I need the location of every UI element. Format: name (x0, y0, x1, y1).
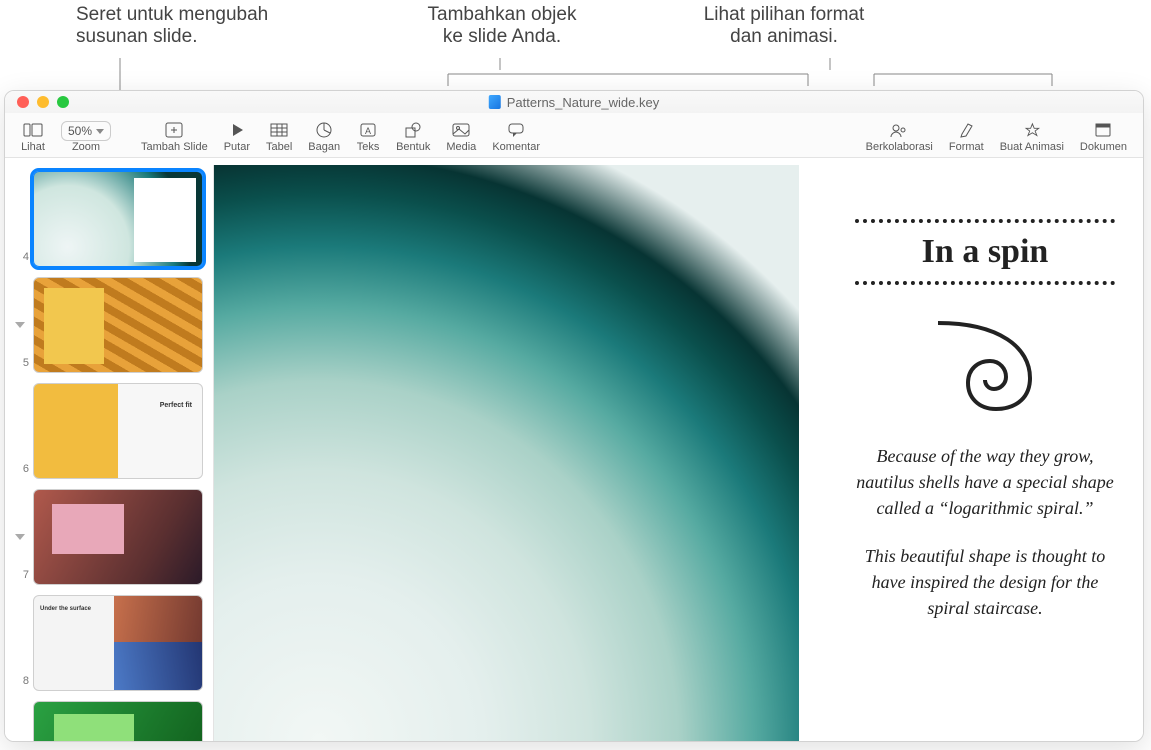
slide-thumb-7[interactable]: 7 LAYERS (9, 489, 209, 585)
shape-label: Bentuk (396, 141, 430, 153)
slide-thumb-9[interactable]: FRACTALS (9, 701, 209, 741)
slide-image-nautilus (214, 165, 799, 741)
thumb-title: TESSELLATIONS (50, 292, 105, 299)
zoom-label: Zoom (72, 141, 100, 153)
thumb-title: FRACTALS (62, 718, 101, 725)
format-button[interactable]: Format (941, 119, 992, 153)
view-icon (21, 119, 45, 141)
play-icon (225, 119, 249, 141)
slide-canvas[interactable]: In a spin Because of the way they grow, … (214, 165, 1143, 741)
slide-paragraph-2: This beautiful shape is thought to have … (855, 543, 1115, 621)
zoom-button[interactable]: 50% Zoom (53, 119, 119, 153)
comment-icon (504, 119, 528, 141)
animate-button[interactable]: Buat Animasi (992, 119, 1072, 153)
thumb-title: In a spin (142, 178, 198, 186)
thumb-title: Under the surface (40, 606, 104, 613)
text-button[interactable]: A Teks (348, 119, 388, 153)
slide-number: 4 (9, 251, 29, 267)
close-button[interactable] (17, 96, 29, 108)
collaborate-button[interactable]: Berkolaborasi (858, 119, 941, 153)
slide-text-column: In a spin Because of the way they grow, … (855, 209, 1115, 644)
thumb-title: Perfect fit (160, 402, 192, 410)
document-label: Dokumen (1080, 141, 1127, 153)
minimize-button[interactable] (37, 96, 49, 108)
document-title: Patterns_Nature_wide.key (489, 95, 659, 110)
media-label: Media (446, 141, 476, 153)
slide-heading: In a spin (855, 233, 1115, 271)
text-icon: A (356, 119, 380, 141)
text-label: Teks (357, 141, 380, 153)
slide-number: 6 (9, 463, 29, 479)
animate-label: Buat Animasi (1000, 141, 1064, 153)
add-slide-button[interactable]: Tambah Slide (133, 119, 216, 153)
slide-number: 8 (9, 675, 29, 691)
plus-icon (162, 119, 186, 141)
chart-label: Bagan (308, 141, 340, 153)
table-button[interactable]: Tabel (258, 119, 300, 153)
media-button[interactable]: Media (438, 119, 484, 153)
document-button[interactable]: Dokumen (1072, 119, 1135, 153)
maximize-button[interactable] (57, 96, 69, 108)
collaborate-icon (887, 119, 911, 141)
shape-icon (401, 119, 425, 141)
comment-button[interactable]: Komentar (484, 119, 548, 153)
chart-icon (312, 119, 336, 141)
slide-thumb-6[interactable]: 6 Perfect fit (9, 383, 209, 479)
expand-icon[interactable] (15, 534, 25, 540)
animate-icon (1020, 119, 1044, 141)
callout-leaders (0, 4, 1151, 96)
thumb-title: LAYERS (64, 508, 97, 516)
collaborate-label: Berkolaborasi (866, 141, 933, 153)
svg-text:A: A (365, 126, 371, 136)
media-icon (449, 119, 473, 141)
slide-thumb-5[interactable]: 5 TESSELLATIONS (9, 277, 209, 373)
slide-paragraph-1: Because of the way they grow, nautilus s… (855, 443, 1115, 521)
slide-number: 7 (9, 569, 29, 585)
annotation-callouts: Seret untuk mengubah susunan slide. Tamb… (0, 4, 1151, 90)
chevron-down-icon (96, 129, 104, 134)
divider (855, 219, 1115, 223)
slide-navigator[interactable]: 4 In a spin 5 TESSELLATIONS 6 Perfect fi… (5, 165, 214, 741)
document-icon (489, 95, 501, 109)
slide-number: 5 (9, 357, 29, 373)
zoom-value: 50% (68, 124, 92, 138)
document-icon (1091, 119, 1115, 141)
play-button[interactable]: Putar (216, 119, 258, 153)
comment-label: Komentar (492, 141, 540, 153)
format-icon (954, 119, 978, 141)
table-icon (267, 119, 291, 141)
spiral-icon (930, 313, 1040, 413)
divider (855, 281, 1115, 285)
document-title-text: Patterns_Nature_wide.key (507, 95, 659, 110)
format-label: Format (949, 141, 984, 153)
view-label: Lihat (21, 141, 45, 153)
chart-button[interactable]: Bagan (300, 119, 348, 153)
add-slide-label: Tambah Slide (141, 141, 208, 153)
slide-thumb-8[interactable]: 8 Under the surface (9, 595, 209, 691)
shape-button[interactable]: Bentuk (388, 119, 438, 153)
titlebar: Patterns_Nature_wide.key (5, 91, 1143, 113)
table-label: Tabel (266, 141, 292, 153)
play-label: Putar (224, 141, 250, 153)
slide-thumb-4[interactable]: 4 In a spin (9, 171, 209, 267)
expand-icon[interactable] (15, 322, 25, 328)
toolbar: Lihat 50% Zoom Tambah Slide Putar Ta (5, 113, 1143, 158)
view-button[interactable]: Lihat (13, 119, 53, 153)
app-window: Patterns_Nature_wide.key Lihat 50% Zoom … (4, 90, 1144, 742)
